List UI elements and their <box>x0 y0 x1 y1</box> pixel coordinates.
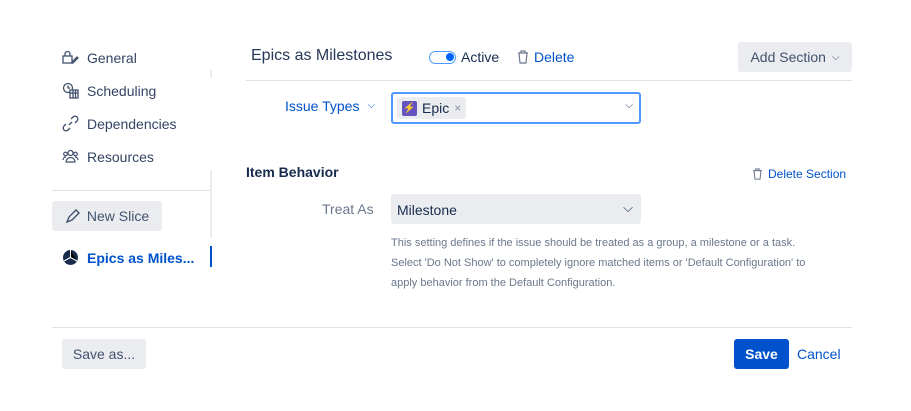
lock-edit-icon <box>62 50 79 64</box>
page-title: Epics as Milestones <box>251 47 393 64</box>
help-text: This setting defines if the issue should… <box>391 237 806 289</box>
epic-icon: ⚡ <box>402 100 417 116</box>
chevron-down-icon: ⌵ <box>831 51 840 63</box>
sidebar-item-epics-as-milestones[interactable]: Epics as Miles... <box>62 249 194 266</box>
save-as-button[interactable]: Save as... <box>62 339 146 369</box>
divider <box>210 170 212 238</box>
epic-tag: ⚡ Epic × <box>397 97 467 119</box>
sidebar-item-scheduling[interactable]: Scheduling <box>62 82 156 99</box>
sidebar-item-general[interactable]: General <box>62 49 137 66</box>
section-title: Item Behavior <box>246 164 339 180</box>
divider <box>52 190 210 191</box>
issue-types-dropdown[interactable]: Issue Types ⌵ <box>285 98 375 114</box>
delete-link[interactable]: Delete <box>517 49 574 65</box>
sidebar-item-label: Epics as Miles... <box>87 249 195 266</box>
cancel-button[interactable]: Cancel <box>797 346 841 362</box>
scrollbar[interactable] <box>210 70 212 78</box>
sidebar-item-label: Dependencies <box>87 115 177 132</box>
add-section-button[interactable]: Add Section ⌵ <box>738 42 852 72</box>
sidebar-item-label: Resources <box>87 148 154 165</box>
pie-chart-icon <box>63 250 78 265</box>
delete-section-link[interactable]: Delete Section <box>752 167 846 181</box>
people-icon <box>62 149 79 163</box>
sidebar-item-resources[interactable]: Resources <box>62 148 154 165</box>
new-slice-button[interactable]: New Slice <box>52 201 162 231</box>
treat-as-label: Treat As <box>322 201 374 217</box>
remove-tag-icon[interactable]: × <box>454 101 461 115</box>
divider <box>246 80 852 81</box>
active-indicator <box>210 246 212 267</box>
link-icon <box>62 115 79 132</box>
pen-icon <box>65 209 80 224</box>
divider <box>52 327 852 328</box>
issue-types-select[interactable]: ⚡ Epic × ⌵ <box>391 92 641 124</box>
clock-calendar-icon <box>62 82 79 99</box>
toggle-label: Active <box>461 49 500 65</box>
sidebar-item-label: Scheduling <box>87 82 157 99</box>
trash-icon <box>753 168 762 180</box>
chevron-down-icon: ⌵ <box>367 100 376 111</box>
chevron-down-icon[interactable]: ⌵ <box>625 100 633 111</box>
sidebar-item-label: General <box>87 49 137 66</box>
sidebar-item-dependencies[interactable]: Dependencies <box>62 115 177 132</box>
active-toggle[interactable] <box>429 51 456 64</box>
treat-as-select[interactable]: Milestone ⌵ <box>391 194 641 224</box>
trash-icon <box>518 50 528 64</box>
chevron-down-icon: ⌵ <box>623 200 633 215</box>
save-button[interactable]: Save <box>734 339 789 369</box>
